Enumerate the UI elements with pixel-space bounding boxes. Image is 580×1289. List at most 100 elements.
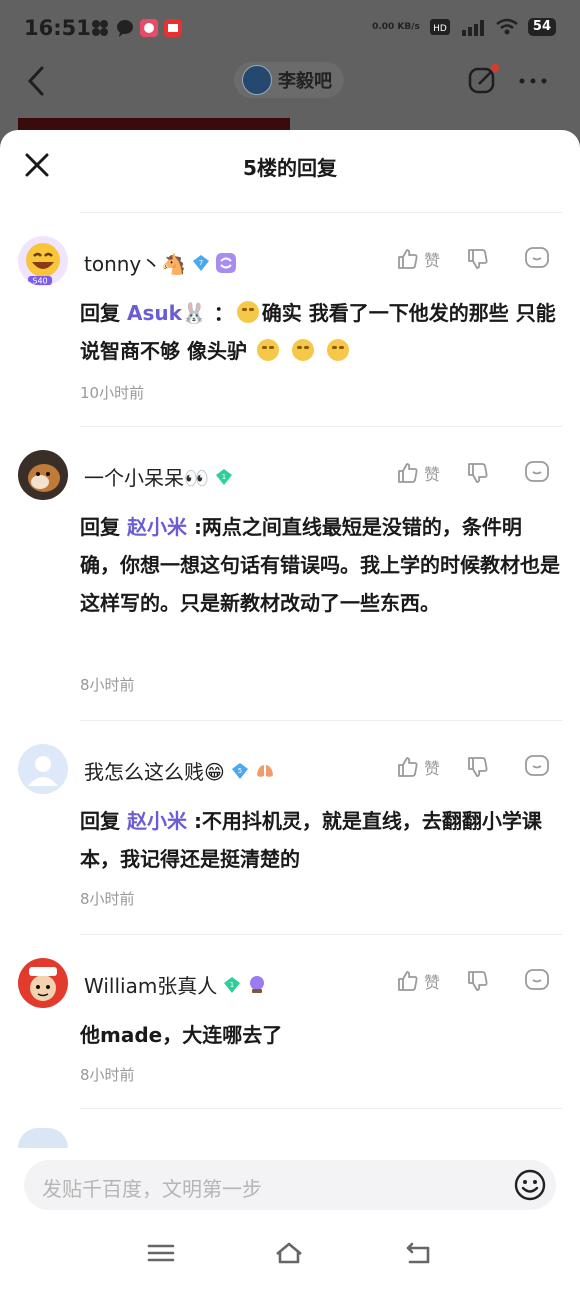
reply-time: 10小时前 [80, 384, 145, 402]
reply-prefix: 回复 [80, 515, 120, 539]
avatar[interactable]: S40 [18, 236, 68, 286]
battery-icon: 54 [527, 18, 556, 36]
like-label: 赞 [424, 759, 441, 778]
avatar[interactable] [18, 744, 68, 794]
emoji-picker-icon[interactable] [514, 1169, 546, 1201]
dislike-button[interactable] [466, 969, 524, 993]
like-button[interactable]: 赞 [396, 969, 466, 993]
diamond-badge-icon: 5 [231, 762, 248, 779]
divider [80, 934, 562, 935]
cartoon-avatar-image [29, 967, 57, 1001]
back-nav-icon[interactable] [404, 1240, 434, 1266]
back-icon[interactable] [24, 64, 52, 98]
reply-comment-button[interactable] [524, 754, 554, 780]
dislike-button[interactable] [466, 755, 524, 779]
thumbs-down-icon [468, 463, 488, 483]
reply-content: 回复 Asuk🐰 ：确实 我看了一下他发的那些 只能说智商不够 像头驴 [80, 294, 560, 370]
bottom-bar: 发贴千百度，文明第一步 [0, 1148, 580, 1289]
reply-comment-button[interactable] [524, 460, 554, 486]
reply-content: 回复 赵小米 :两点之间直线最短是没错的，条件明确，你想一想这句话有错误吗。我上… [80, 508, 560, 622]
chat-notification-icon [117, 20, 133, 37]
thumbs-down-icon [468, 757, 488, 777]
divider [80, 426, 562, 427]
dislike-button[interactable] [466, 461, 524, 485]
more-icon[interactable] [516, 66, 550, 96]
music-notification-icon [140, 19, 158, 37]
reply-comment-button[interactable] [524, 246, 554, 272]
reply-time: 8小时前 [80, 890, 135, 908]
net-speed: 0.00 KB/s [372, 21, 420, 32]
sheet-title: 5楼的回复 [243, 156, 337, 180]
user-level: 1 [230, 981, 234, 989]
status-right: 0.00 KB/s HD 54 [372, 18, 556, 36]
status-bar: 16:51 0.00 KB/s HD 54 [0, 0, 580, 56]
sheet-header: 5楼的回复 [0, 130, 580, 200]
svg-text:S40: S40 [32, 277, 47, 286]
divider [80, 212, 562, 213]
battery-level: 54 [532, 19, 551, 34]
thumbs-down-icon [468, 249, 488, 269]
forum-title-pill[interactable]: 李毅吧 [234, 62, 344, 98]
like-label: 赞 [424, 251, 441, 270]
like-button[interactable]: 赞 [396, 755, 466, 779]
grimace-emoji-icon [236, 301, 259, 323]
mention-link[interactable]: 赵小米 [127, 515, 187, 539]
username[interactable]: William张真人 [84, 970, 217, 999]
reply-content: 回复 赵小米 :不用抖机灵，就是直线，去翻翻小学课本，我记得还是挺清楚的 [80, 802, 560, 878]
grimace-emoji-icon [256, 339, 279, 361]
reply-time: 8小时前 [80, 676, 135, 694]
reply-comment-button[interactable] [524, 968, 554, 994]
status-time: 16:51 [24, 16, 91, 40]
comment-icon [525, 969, 549, 990]
reply-input-placeholder: 发贴千百度，文明第一步 [42, 1177, 262, 1201]
username[interactable]: 我怎么这么贱😁 [84, 756, 225, 785]
app-notification-icon [92, 20, 108, 36]
zodiac-badge-icon [216, 252, 237, 273]
username-row: tonny丶🐴 7 [84, 248, 237, 277]
avatar[interactable] [18, 450, 68, 500]
dog-avatar-image [28, 464, 60, 492]
thumbs-down-icon [468, 971, 488, 991]
avatar[interactable] [18, 958, 68, 1008]
home-nav-icon[interactable] [274, 1240, 304, 1266]
compose-icon[interactable] [467, 64, 499, 96]
user-level: 7 [199, 259, 203, 267]
divider [80, 1108, 562, 1109]
user-level: 5 [238, 767, 242, 775]
diamond-badge-icon: 1 [215, 468, 232, 485]
like-button[interactable]: 赞 [396, 461, 466, 485]
thumbs-up-icon [398, 757, 418, 777]
thumbs-up-icon [398, 463, 418, 483]
forum-logo [242, 65, 272, 95]
mention-link[interactable]: Asuk🐰 [127, 301, 207, 325]
thumbs-up-icon [398, 249, 418, 269]
reply-actions: 赞 [396, 968, 554, 994]
dislike-button[interactable] [466, 247, 524, 271]
lungs-badge-icon [256, 764, 273, 777]
reply-text: ： [213, 301, 234, 325]
username-row: 一个小呆呆👀 1 [84, 462, 233, 491]
crystal-ball-badge-icon [250, 975, 265, 993]
shop-notification-icon [164, 19, 182, 37]
comment-icon [525, 247, 549, 268]
reply-input[interactable]: 发贴千百度，文明第一步 [24, 1160, 556, 1210]
menu-nav-icon[interactable] [146, 1240, 176, 1266]
mention-link[interactable]: 赵小米 [127, 809, 187, 833]
username-row: 我怎么这么贱😁 5 [84, 756, 275, 785]
reply-text: 他made，大连哪去了 [80, 1023, 283, 1047]
comment-icon [525, 755, 549, 776]
hd-icon: HD [429, 19, 450, 35]
reply-actions: 赞 [396, 460, 554, 486]
reply-prefix: 回复 [80, 809, 120, 833]
divider [80, 720, 562, 721]
forum-top-nav: 李毅吧 [0, 56, 580, 106]
reply-actions: 赞 [396, 754, 554, 780]
reply-prefix: 回复 [80, 301, 120, 325]
like-button[interactable]: 赞 [396, 247, 466, 271]
grimace-emoji-icon [291, 339, 314, 361]
svg-text:HD: HD [433, 24, 447, 34]
username[interactable]: tonny丶🐴 [84, 248, 186, 277]
diamond-badge-icon: 1 [224, 976, 241, 993]
username[interactable]: 一个小呆呆👀 [84, 462, 209, 491]
like-label: 赞 [424, 465, 441, 484]
